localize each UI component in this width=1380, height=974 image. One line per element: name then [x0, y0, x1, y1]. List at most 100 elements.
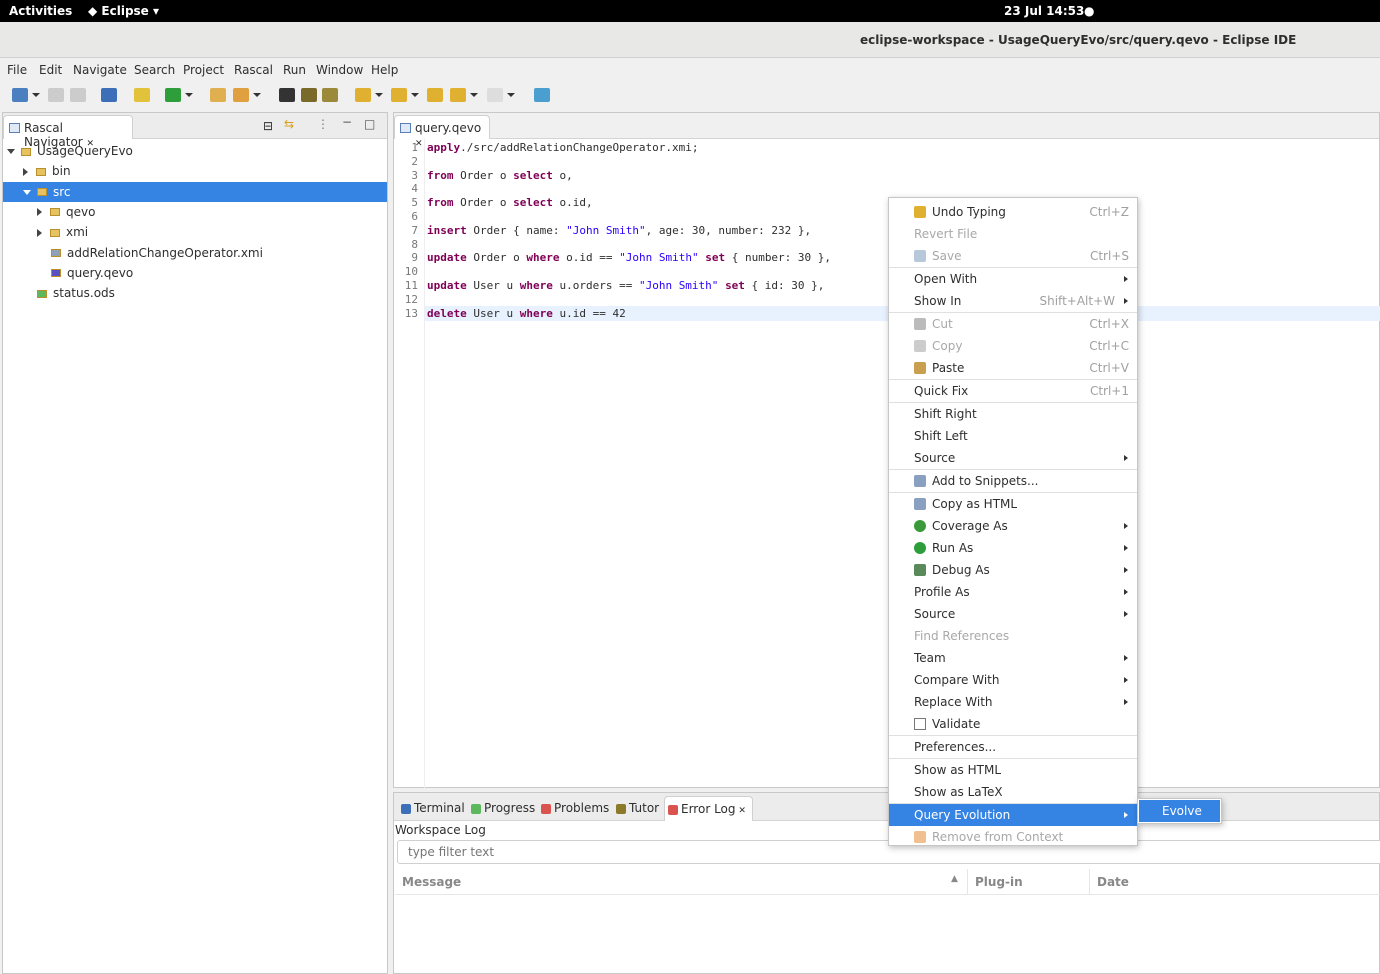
menu-navigate[interactable]: Navigate [73, 63, 127, 77]
menu-item-label: Undo Typing [932, 205, 1006, 219]
menu-item-run-as[interactable]: Run As [889, 537, 1137, 559]
app-menu[interactable]: ◆ Eclipse ▾ [88, 4, 159, 18]
column-plugin[interactable]: Plug-in [975, 875, 1023, 889]
menu-item-undo-typing[interactable]: Undo Typing Ctrl+Z [889, 201, 1137, 223]
tree-item[interactable]: bin [3, 161, 387, 181]
tree-item[interactable]: qevo [3, 202, 387, 222]
bug-icon[interactable] [301, 88, 317, 102]
next-annotation-icon[interactable] [355, 88, 371, 102]
menu-item-preferences[interactable]: Preferences... [889, 736, 1137, 758]
collapsed-arrow-icon[interactable] [37, 208, 42, 217]
clock[interactable]: 23 Jul 14:53 [1004, 4, 1084, 18]
menu-search[interactable]: Search [134, 63, 175, 77]
menu-item-source[interactable]: Source [889, 603, 1137, 625]
tree-item[interactable]: query.qevo [3, 263, 387, 283]
code-line: delete User u where u.id == 42 [427, 307, 626, 320]
column-message[interactable]: Message [402, 875, 461, 889]
menu-project[interactable]: Project [183, 63, 224, 77]
coverage-icon [914, 520, 926, 532]
menu-item-source[interactable]: Source [889, 447, 1137, 469]
menu-item-evolve[interactable]: Evolve [1139, 800, 1220, 822]
tab-problems[interactable]: Problems [538, 796, 615, 821]
expanded-arrow-icon[interactable] [7, 149, 15, 154]
maximize-icon[interactable]: □ [364, 117, 375, 131]
column-date[interactable]: Date [1097, 875, 1129, 889]
menu-item-quick-fix[interactable]: Quick Fix Ctrl+1 [889, 380, 1137, 402]
menu-item-open-with[interactable]: Open With [889, 268, 1137, 290]
menu-item-show-in[interactable]: Show In Shift+Alt+W [889, 290, 1137, 312]
bug-config-icon[interactable] [322, 88, 338, 102]
menu-item-validate[interactable]: Validate [889, 713, 1137, 735]
dropdown-arrow-icon[interactable] [32, 93, 40, 97]
save-all-icon[interactable] [70, 88, 86, 102]
forward-icon[interactable] [487, 88, 503, 102]
tab-query-qevo[interactable]: query.qevo ✕ [394, 115, 490, 149]
tab-progress[interactable]: Progress [468, 796, 541, 821]
code-text: o.id == [559, 251, 620, 265]
menu-item-query-evolution[interactable]: Query Evolution [889, 804, 1137, 826]
expanded-arrow-icon[interactable] [23, 189, 31, 195]
menu-item-debug-as[interactable]: Debug As [889, 559, 1137, 581]
tab-rascal-navigator[interactable]: Rascal Navigator ✕ [3, 115, 133, 149]
menu-item-paste[interactable]: Paste Ctrl+V [889, 357, 1137, 379]
dropdown-arrow-icon[interactable] [470, 93, 478, 97]
back-icon[interactable] [450, 88, 466, 102]
menu-item-coverage-as[interactable]: Coverage As [889, 515, 1137, 537]
tree-item[interactable]: UsageQueryEvo [3, 141, 387, 161]
close-icon[interactable]: ✕ [736, 806, 746, 816]
terminal-icon[interactable] [101, 88, 117, 102]
tree-item[interactable]: status.ods [3, 283, 387, 303]
menu-item-label: Validate [932, 717, 981, 731]
open-folder-icon[interactable] [210, 88, 226, 102]
menu-item-show-as-html[interactable]: Show as HTML [889, 759, 1137, 781]
view-menu-icon[interactable]: ⋮ [317, 117, 329, 131]
new-icon[interactable] [12, 88, 28, 102]
link-icon[interactable] [233, 88, 249, 102]
collapsed-arrow-icon[interactable] [23, 167, 28, 176]
menu-item-copy-as-html[interactable]: Copy as HTML [889, 493, 1137, 515]
prev-annotation-icon[interactable] [391, 88, 407, 102]
code-text: , age: 30, number: 232 }, [645, 223, 812, 237]
dropdown-arrow-icon[interactable] [185, 93, 193, 97]
menu-edit[interactable]: Edit [39, 63, 62, 77]
keyword: where [526, 251, 560, 265]
refresh-icon[interactable] [279, 88, 295, 102]
menu-window[interactable]: Window [316, 63, 363, 77]
back-history-icon[interactable] [427, 88, 443, 102]
gnome-top-bar: Activities ◆ Eclipse ▾ 23 Jul 14:53 ● [0, 0, 1380, 22]
menu-run[interactable]: Run [283, 63, 306, 77]
dropdown-arrow-icon[interactable] [507, 93, 515, 97]
menu-file[interactable]: File [7, 63, 27, 77]
activities-button[interactable]: Activities [9, 4, 72, 18]
tree-item[interactable]: src [3, 181, 387, 202]
tab-tutor[interactable]: Tutor [613, 796, 665, 821]
collapse-all-icon[interactable]: ⊟ [263, 119, 273, 133]
dropdown-arrow-icon[interactable] [411, 93, 419, 97]
run-icon[interactable] [165, 88, 181, 102]
menu-help[interactable]: Help [371, 63, 398, 77]
code-text: { number: 30 }, [725, 251, 832, 265]
save-icon[interactable] [48, 88, 64, 102]
dropdown-arrow-icon[interactable] [253, 93, 261, 97]
tree-item[interactable]: xmi [3, 222, 387, 242]
open-perspective-icon[interactable] [534, 88, 550, 102]
menu-rascal[interactable]: Rascal [234, 63, 273, 77]
menu-item-profile-as[interactable]: Profile As [889, 581, 1137, 603]
menu-item-show-as-latex[interactable]: Show as LaTeX [889, 781, 1137, 803]
menu-item-team[interactable]: Team [889, 647, 1137, 669]
collapsed-arrow-icon[interactable] [37, 228, 42, 237]
tab-terminal[interactable]: Terminal [398, 796, 471, 821]
tree-item[interactable]: addRelationChangeOperator.xmi [3, 243, 387, 263]
menu-item-shift-right[interactable]: Shift Right [889, 403, 1137, 425]
menu-item-shift-left[interactable]: Shift Left [889, 425, 1137, 447]
menu-item-add-to-snippets[interactable]: Add to Snippets... [889, 470, 1137, 492]
minimize-icon[interactable]: − [342, 115, 352, 129]
dropdown-arrow-icon[interactable] [375, 93, 383, 97]
menu-item-replace-with[interactable]: Replace With [889, 691, 1137, 713]
tab-error-log[interactable]: Error Log ✕ [664, 796, 753, 821]
code-line: update Order o where o.id == "John Smith… [427, 251, 831, 264]
link-editor-icon[interactable]: ⇆ [284, 117, 294, 131]
menu-item-compare-with[interactable]: Compare With [889, 669, 1137, 691]
edit-icon[interactable] [134, 88, 150, 102]
submenu-arrow-icon [1124, 298, 1128, 304]
